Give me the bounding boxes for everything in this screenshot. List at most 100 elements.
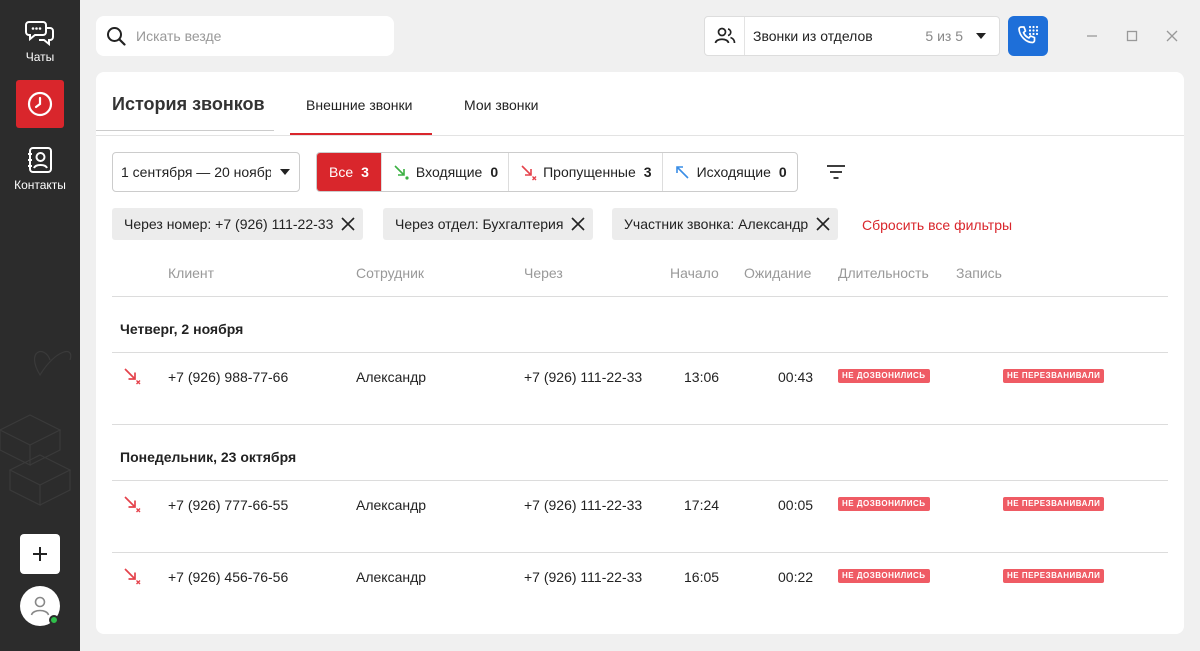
segment-count: 0 (490, 164, 499, 180)
status-badge-not-reached: НЕ ДОЗВОНИЛИСЬ (838, 569, 930, 583)
maximize-window-button[interactable] (1122, 26, 1142, 46)
missed-call-icon (124, 496, 141, 513)
cell-wait: 00:22 (778, 569, 814, 585)
tabs-divider (96, 135, 1184, 136)
sidebar-item-label: Чаты (25, 50, 55, 64)
sidebar-item-contacts[interactable]: Контакты (0, 146, 80, 192)
segment-all[interactable]: Все 3 (317, 153, 381, 191)
cell-start: 16:05 (684, 569, 720, 585)
clock-icon (27, 91, 53, 117)
column-header-via[interactable]: Через (524, 265, 563, 281)
cell-employee: Александр (356, 369, 427, 385)
cell-via: +7 (926) 111-22-33 (524, 569, 643, 585)
row-divider (112, 352, 1168, 353)
cell-start: 13:06 (684, 369, 720, 385)
segment-missed[interactable]: Пропущенные 3 (508, 153, 661, 191)
search-input[interactable] (136, 28, 376, 44)
tab-external-calls[interactable]: Внешние звонки (306, 97, 412, 113)
close-icon (1166, 30, 1178, 42)
dialpad-call-button[interactable] (1008, 16, 1048, 56)
status-badge-not-called-back: НЕ ПЕРЕЗВАНИВАЛИ (1003, 497, 1105, 511)
call-type-segmented-control: Все 3 Входящие 0 Пропущенные 3 Исходящие… (316, 152, 798, 192)
status-badge-not-called-back: НЕ ПЕРЕЗВАНИВАЛИ (1003, 569, 1105, 583)
cell-via: +7 (926) 111-22-33 (524, 369, 643, 385)
segment-count: 3 (643, 164, 652, 180)
cell-employee: Александр (356, 569, 427, 585)
caret-down-icon (280, 169, 290, 175)
cell-client: +7 (926) 456-76-56 (168, 569, 289, 585)
users-group-icon (714, 27, 735, 44)
cell-via: +7 (926) 111-22-33 (524, 497, 643, 513)
column-header-start[interactable]: Начало (670, 265, 719, 281)
avatar[interactable] (20, 586, 60, 626)
add-button[interactable] (20, 534, 60, 574)
user-icon (30, 596, 50, 616)
search-box[interactable] (96, 16, 394, 56)
segment-count: 0 (778, 164, 787, 180)
departments-count: 5 из 5 (925, 28, 963, 44)
maximize-icon (1126, 30, 1138, 42)
phone-dialpad-icon (1018, 25, 1039, 44)
cell-start: 17:24 (684, 497, 720, 513)
title-divider (96, 130, 274, 131)
column-header-record[interactable]: Запись (956, 265, 1002, 281)
row-divider (112, 424, 1168, 425)
date-group-header: Понедельник, 23 октября (120, 449, 297, 465)
segment-label: Исходящие (696, 164, 771, 180)
column-header-wait[interactable]: Ожидание (744, 265, 811, 281)
row-divider (112, 480, 1168, 481)
chat-bubbles-icon (25, 21, 54, 46)
sidebar-item-call-history[interactable] (16, 80, 64, 128)
column-header-duration[interactable]: Длительность (838, 265, 929, 281)
active-tab-indicator (290, 133, 432, 135)
segment-label: Все (329, 164, 354, 180)
close-icon (816, 217, 830, 231)
cell-employee: Александр (356, 497, 427, 513)
column-header-client[interactable]: Клиент (168, 265, 214, 281)
missed-call-icon (124, 368, 141, 385)
filter-chip-label: Участник звонка: Александр (624, 216, 809, 232)
caret-down-icon (976, 33, 986, 39)
departments-dropdown[interactable]: Звонки из отделов 5 из 5 (704, 16, 1000, 56)
departments-label: Звонки из отделов (753, 28, 873, 44)
filter-chip-department: Через отдел: Бухгалтерия (383, 208, 594, 240)
segment-incoming[interactable]: Входящие 0 (380, 153, 508, 191)
filter-chip-participant: Участник звонка: Александр (612, 208, 839, 240)
filter-settings-button[interactable] (824, 160, 848, 184)
contacts-icon (28, 147, 52, 173)
cell-client: +7 (926) 777-66-55 (168, 497, 289, 513)
tab-my-calls[interactable]: Мои звонки (464, 97, 538, 113)
sidebar-item-chats[interactable]: Чаты (0, 18, 80, 64)
column-header-employee[interactable]: Сотрудник (356, 265, 424, 281)
segment-label: Пропущенные (543, 164, 636, 180)
date-range-value: 1 сентября — 20 ноября (121, 164, 271, 180)
filter-chip-number: Через номер: +7 (926) 111-22-33 (112, 208, 364, 240)
minimize-window-button[interactable] (1082, 26, 1102, 46)
call-history-panel: История звонков Внешние звонки Мои звонк… (96, 72, 1184, 634)
header-divider (112, 296, 1168, 297)
cell-client: +7 (926) 988-77-66 (168, 369, 289, 385)
cell-wait: 00:43 (778, 369, 814, 385)
segment-label: Входящие (415, 164, 483, 180)
close-icon (341, 217, 355, 231)
remove-filter-button[interactable] (341, 217, 355, 231)
missed-call-icon (124, 568, 141, 585)
status-badge-not-called-back: НЕ ПЕРЕЗВАНИВАЛИ (1003, 369, 1105, 383)
date-range-select[interactable]: 1 сентября — 20 ноября (112, 152, 300, 192)
close-window-button[interactable] (1162, 26, 1182, 46)
status-badge-not-reached: НЕ ДОЗВОНИЛИСЬ (838, 369, 930, 383)
decorative-background-icon (0, 351, 72, 506)
status-badge-not-reached: НЕ ДОЗВОНИЛИСЬ (838, 497, 930, 511)
outgoing-arrow-icon (675, 166, 689, 179)
segment-count: 3 (361, 164, 369, 180)
reset-filters-link[interactable]: Сбросить все фильтры (862, 217, 1012, 233)
cell-wait: 00:05 (778, 497, 814, 513)
departments-icon-wrap (705, 17, 745, 55)
sidebar: Чаты Контакты (0, 0, 80, 651)
plus-icon (33, 547, 47, 561)
remove-filter-button[interactable] (816, 217, 830, 231)
search-icon (107, 27, 126, 46)
segment-outgoing[interactable]: Исходящие 0 (661, 153, 797, 191)
date-group-header: Четверг, 2 ноября (120, 321, 244, 337)
remove-filter-button[interactable] (571, 217, 585, 231)
